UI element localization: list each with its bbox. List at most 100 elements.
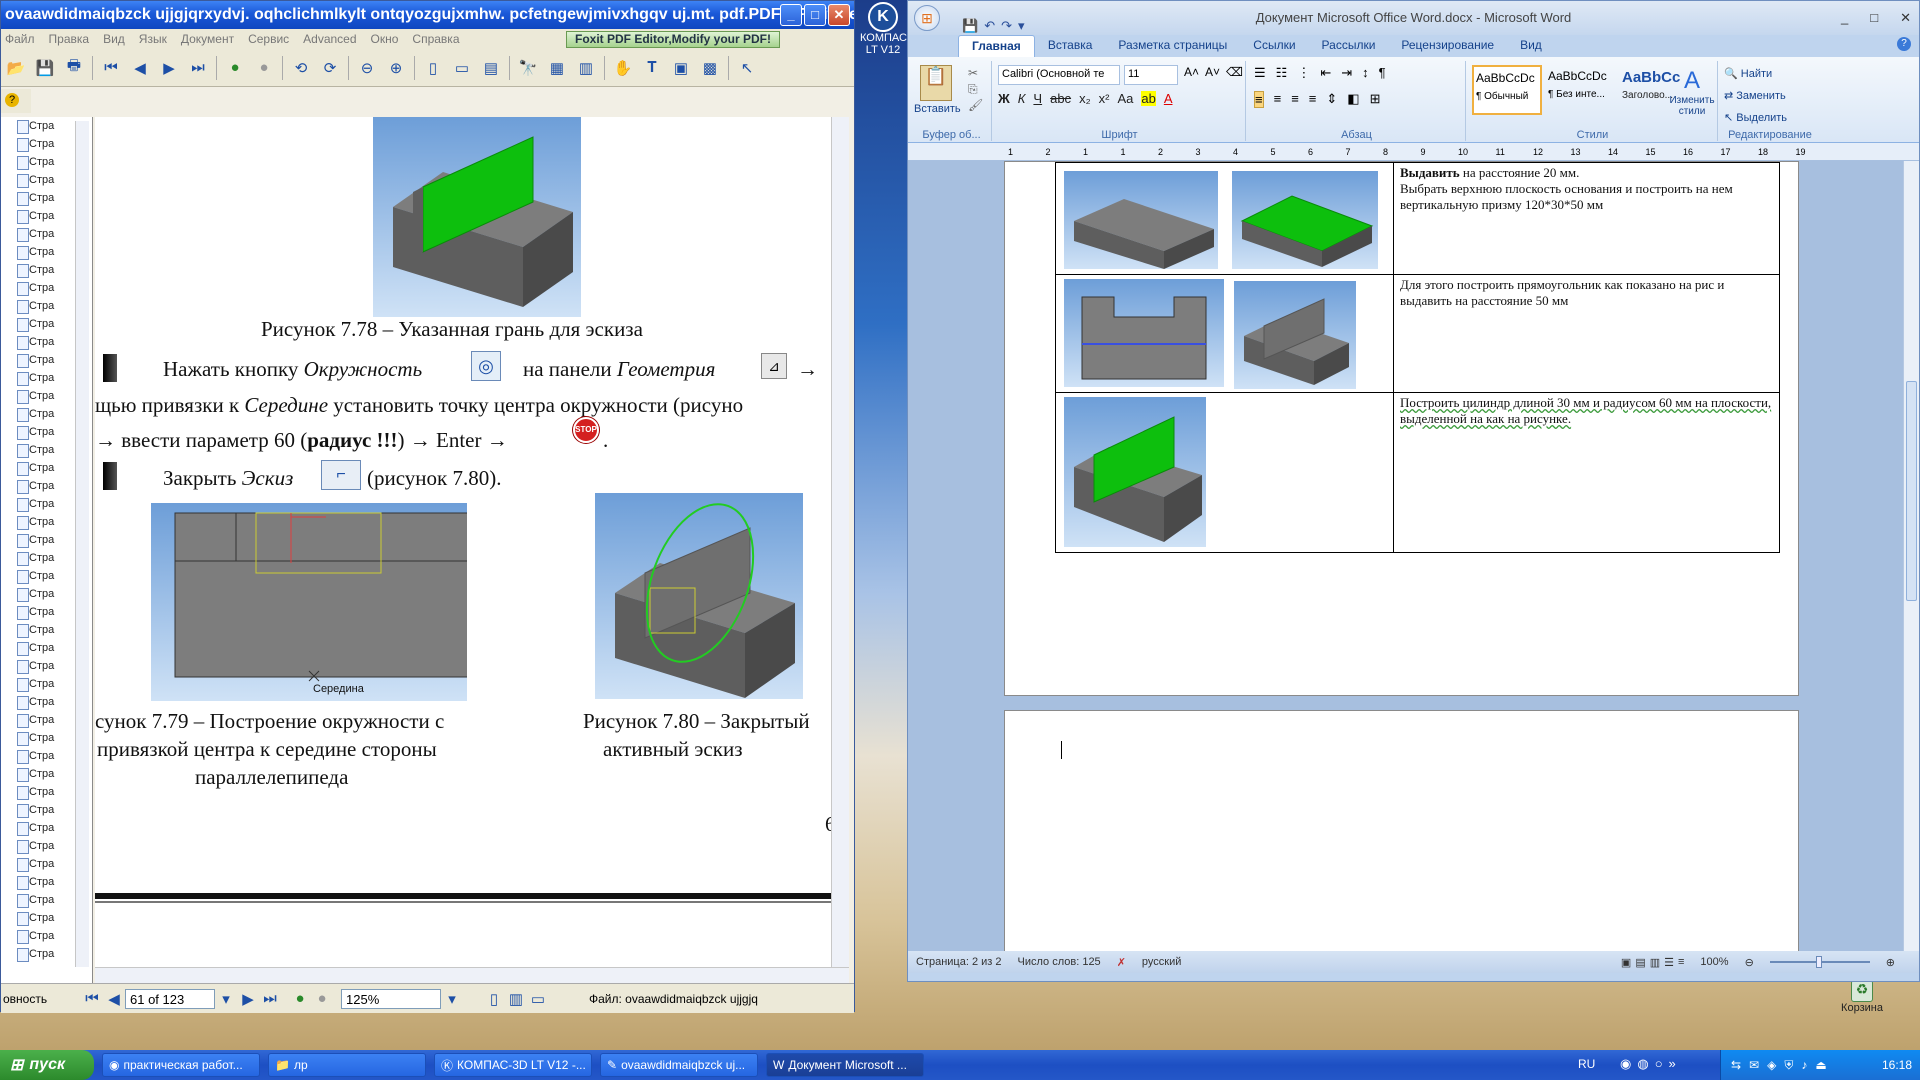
sort-icon[interactable]: ↕ (1362, 65, 1369, 81)
font-color-icon[interactable]: A (1164, 91, 1173, 106)
rotate-right-icon[interactable]: ⟳ (319, 57, 341, 79)
draft-icon[interactable]: ≡ (1678, 956, 1684, 969)
multilevel-icon[interactable]: ⋮ (1297, 65, 1310, 81)
style-normal[interactable]: AaBbCcDc ¶ Обычный (1472, 65, 1542, 115)
select-button[interactable]: ↖ Выделить (1724, 107, 1787, 129)
tab-view[interactable]: Вид (1507, 35, 1555, 57)
borders-icon[interactable]: ⊞ (1370, 91, 1381, 108)
align-right-icon[interactable]: ≡ (1291, 91, 1299, 108)
menu-document[interactable]: Документ (181, 32, 234, 46)
spelling-icon[interactable]: ✗ (1117, 956, 1126, 969)
zoom-level[interactable]: 100% (1700, 956, 1728, 968)
format-painter-icon[interactable]: 🖌 (968, 97, 983, 113)
status-language[interactable]: русский (1142, 956, 1181, 968)
menu-advanced[interactable]: Advanced (303, 32, 356, 46)
find-button[interactable]: 🔍 Найти (1724, 63, 1787, 85)
subscript-icon[interactable]: x₂ (1079, 91, 1091, 106)
continuous-view-icon[interactable]: ▥ (505, 988, 527, 1010)
menu-view[interactable]: Вид (103, 32, 125, 46)
kompas-desktop-icon[interactable]: K КОМПАС-3D LT V12 (860, 2, 925, 56)
pdf-vertical-scrollbar[interactable] (831, 117, 849, 967)
office-button-icon[interactable]: ⊞ (914, 5, 940, 31)
menu-window[interactable]: Окно (371, 32, 399, 46)
superscript-icon[interactable]: x² (1099, 91, 1110, 106)
snapshot-icon[interactable]: ▣ (670, 57, 692, 79)
font-name-combo[interactable]: Calibri (Основной те (998, 65, 1120, 85)
tray-mail-icon[interactable]: ✉ (1749, 1058, 1759, 1072)
increase-indent-icon[interactable]: ⇥ (1341, 65, 1352, 81)
word-vertical-scrollbar[interactable] (1903, 161, 1919, 951)
zoom-in-button-icon[interactable]: ⊕ (1886, 956, 1919, 969)
highlight-icon[interactable]: ab (1141, 91, 1156, 106)
print-layout-icon[interactable]: ▣ (1621, 956, 1631, 969)
pdf-horizontal-scrollbar[interactable] (95, 967, 849, 983)
image-tool-icon[interactable]: ▩ (699, 57, 721, 79)
tab-page-layout[interactable]: Разметка страницы (1105, 35, 1240, 57)
paste-button-label[interactable]: Вставить (914, 103, 961, 115)
clock[interactable]: 16:18 (1882, 1058, 1920, 1072)
ql-expand-icon[interactable]: » (1669, 1056, 1676, 1072)
bold-icon[interactable]: Ж (998, 91, 1010, 106)
strikethrough-icon[interactable]: abc (1050, 91, 1071, 106)
cursor-icon[interactable]: ↖ (736, 57, 758, 79)
word-restore-icon[interactable]: □ (1870, 1, 1878, 35)
document-page-2[interactable] (1004, 710, 1799, 951)
next-page-icon[interactable]: ▶ (158, 57, 180, 79)
first-page-button-icon[interactable]: ⏮ (81, 988, 103, 1010)
save-icon[interactable]: 💾 (34, 57, 56, 79)
tray-shield-icon[interactable]: ⛨ (1784, 1058, 1793, 1073)
taskbar-item-kompas[interactable]: Ⓚ КОМПАС-3D LT V12 -... (434, 1053, 592, 1077)
back-icon[interactable]: ● (224, 57, 246, 79)
underline-icon[interactable]: Ч (1033, 91, 1042, 106)
next-page-button-icon[interactable]: ▶ (237, 988, 259, 1010)
last-page-icon[interactable]: ⏭ (187, 57, 209, 79)
select-text-icon[interactable]: 𝐓 (641, 57, 663, 79)
horizontal-ruler[interactable]: 1 2 1 1 2 3 4 5 6 7 8 9 10 11 12 13 14 15 16 17 18 19 (908, 143, 1919, 161)
forward-view-icon[interactable]: ● (311, 988, 333, 1010)
single-page-icon[interactable]: ▦ (546, 57, 568, 79)
menu-tools[interactable]: Сервис (248, 32, 289, 46)
word-help-icon[interactable]: ? (1897, 37, 1911, 51)
change-styles-button[interactable]: A Изменить стили (1668, 67, 1716, 117)
show-marks-icon[interactable]: ¶ (1379, 65, 1386, 81)
taskbar-item-word[interactable]: W Документ Microsoft ... (766, 1053, 924, 1077)
page-number-input[interactable]: 61 of 123 (125, 988, 215, 1009)
tab-insert[interactable]: Вставка (1035, 35, 1106, 57)
change-case-icon[interactable]: Aa (1117, 91, 1133, 106)
word-close-icon[interactable]: ✕ (1900, 1, 1911, 35)
tab-references[interactable]: Ссылки (1240, 35, 1308, 57)
zoom-slider[interactable] (1769, 956, 1870, 968)
tray-safely-remove-icon[interactable]: ⏏ (1815, 1058, 1826, 1072)
decrease-indent-icon[interactable]: ⇤ (1320, 65, 1331, 81)
replace-button[interactable]: ⇄ Заменить (1724, 85, 1787, 107)
language-indicator[interactable]: RU (1578, 1057, 1595, 1071)
tab-review[interactable]: Рецензирование (1388, 35, 1507, 57)
style-no-spacing[interactable]: AaBbCcDc ¶ Без инте... (1546, 65, 1616, 115)
font-size-combo[interactable]: 11 (1124, 65, 1178, 85)
word-minimize-icon[interactable]: _ (1841, 1, 1848, 35)
nav-scrollbar[interactable] (75, 121, 89, 967)
tray-network-icon[interactable]: ⇆ (1731, 1058, 1741, 1072)
copy-icon[interactable]: ⎘ (968, 81, 983, 97)
print-icon[interactable]: 🖶 (63, 57, 85, 79)
first-page-icon[interactable]: ⏮ (100, 57, 122, 79)
single-page-view-icon[interactable]: ▯ (483, 988, 505, 1010)
paste-icon[interactable]: 📋 (920, 65, 952, 101)
forward-icon[interactable]: ● (253, 57, 275, 79)
close-button[interactable]: ✕ (828, 4, 850, 26)
shading-icon[interactable]: ◧ (1347, 91, 1359, 108)
outline-icon[interactable]: ☰ (1664, 956, 1674, 969)
taskbar-item-chrome[interactable]: ◉ практическая работ... (102, 1053, 260, 1077)
ql-opera-icon[interactable]: ○ (1655, 1056, 1663, 1072)
tab-mailings[interactable]: Рассылки (1309, 35, 1389, 57)
maximize-button[interactable]: □ (804, 4, 826, 26)
fit-width-icon[interactable]: ▤ (480, 57, 502, 79)
tray-antivirus-icon[interactable]: ◈ (1767, 1058, 1776, 1072)
align-left-icon[interactable]: ≡ (1254, 91, 1264, 108)
status-page[interactable]: Страница: 2 из 2 (916, 956, 1002, 968)
find-icon[interactable]: 🔭 (517, 57, 539, 79)
tray-volume-icon[interactable]: ♪ (1801, 1058, 1807, 1072)
word-scroll-thumb[interactable] (1906, 381, 1917, 601)
full-screen-icon[interactable]: ▤ (1635, 956, 1645, 969)
page-dropdown-icon[interactable]: ▾ (215, 988, 237, 1010)
